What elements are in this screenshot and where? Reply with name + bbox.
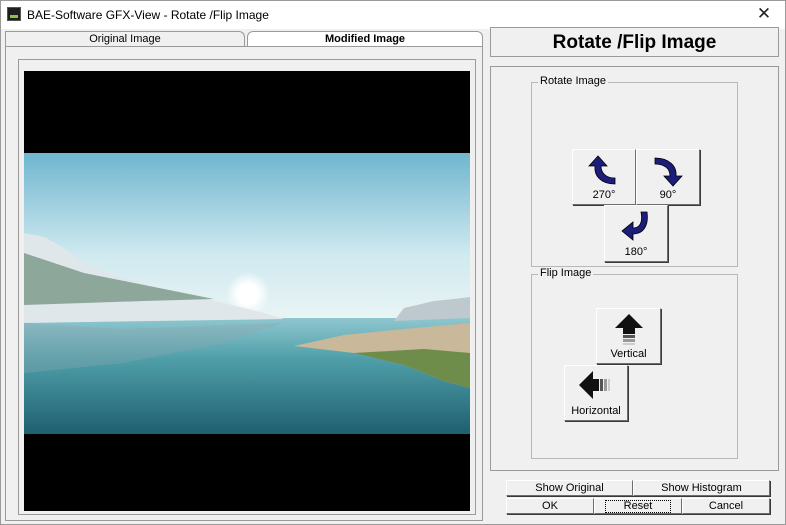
- tab-modified-image[interactable]: Modified Image: [247, 31, 483, 47]
- reset-button[interactable]: Reset: [594, 498, 682, 514]
- rotate-ccw-arrow-icon: [588, 155, 616, 185]
- rotate-image-group: Rotate Image 270° 90° 180°: [531, 75, 738, 267]
- flip-vertical-button[interactable]: Vertical: [596, 308, 661, 364]
- ok-button[interactable]: OK: [506, 498, 594, 514]
- rotate-90-label: 90°: [659, 189, 677, 201]
- header-box: Rotate /Flip Image: [490, 27, 779, 57]
- rotate-flip-dialog: BAE-Software GFX-View - Rotate /Flip Ima…: [0, 0, 786, 525]
- rotate-90-button[interactable]: 90°: [636, 149, 700, 205]
- landscape-photo: [24, 153, 470, 434]
- flip-horizontal-arrow-icon: [579, 371, 610, 399]
- controls-panel: Rotate Image 270° 90° 180° Flip Image Ve…: [490, 66, 779, 471]
- rotate-cw-arrow-icon: [654, 157, 683, 187]
- flip-horizontal-button[interactable]: Horizontal: [564, 365, 628, 421]
- flip-vertical-arrow-icon: [615, 314, 643, 345]
- rotate-image-legend: Rotate Image: [538, 75, 609, 87]
- page-title: Rotate /Flip Image: [552, 32, 717, 53]
- window-title: BAE-Software GFX-View - Rotate /Flip Ima…: [27, 8, 269, 22]
- image-preview: [24, 71, 470, 511]
- show-histogram-button[interactable]: Show Histogram: [633, 480, 770, 496]
- cancel-button[interactable]: Cancel: [682, 498, 770, 514]
- rotate-270-button[interactable]: 270°: [572, 149, 636, 205]
- reset-button-label: Reset: [604, 500, 672, 513]
- show-original-button[interactable]: Show Original: [506, 480, 633, 496]
- tab-panel: [5, 46, 483, 521]
- rotate-180-button[interactable]: 180°: [604, 205, 668, 262]
- flip-image-group: Flip Image Vertical Horizontal: [531, 267, 738, 459]
- close-icon[interactable]: ✕: [749, 3, 779, 25]
- tab-original-image[interactable]: Original Image: [5, 31, 245, 47]
- flip-vertical-label: Vertical: [610, 348, 647, 360]
- rotate-180-arrow-icon: [621, 211, 648, 241]
- app-icon: [7, 7, 21, 21]
- rotate-180-label: 180°: [624, 246, 648, 258]
- flip-image-legend: Flip Image: [538, 267, 594, 279]
- title-bar: BAE-Software GFX-View - Rotate /Flip Ima…: [1, 1, 785, 29]
- rotate-270-label: 270°: [592, 189, 616, 201]
- flip-horizontal-label: Horizontal: [571, 405, 621, 417]
